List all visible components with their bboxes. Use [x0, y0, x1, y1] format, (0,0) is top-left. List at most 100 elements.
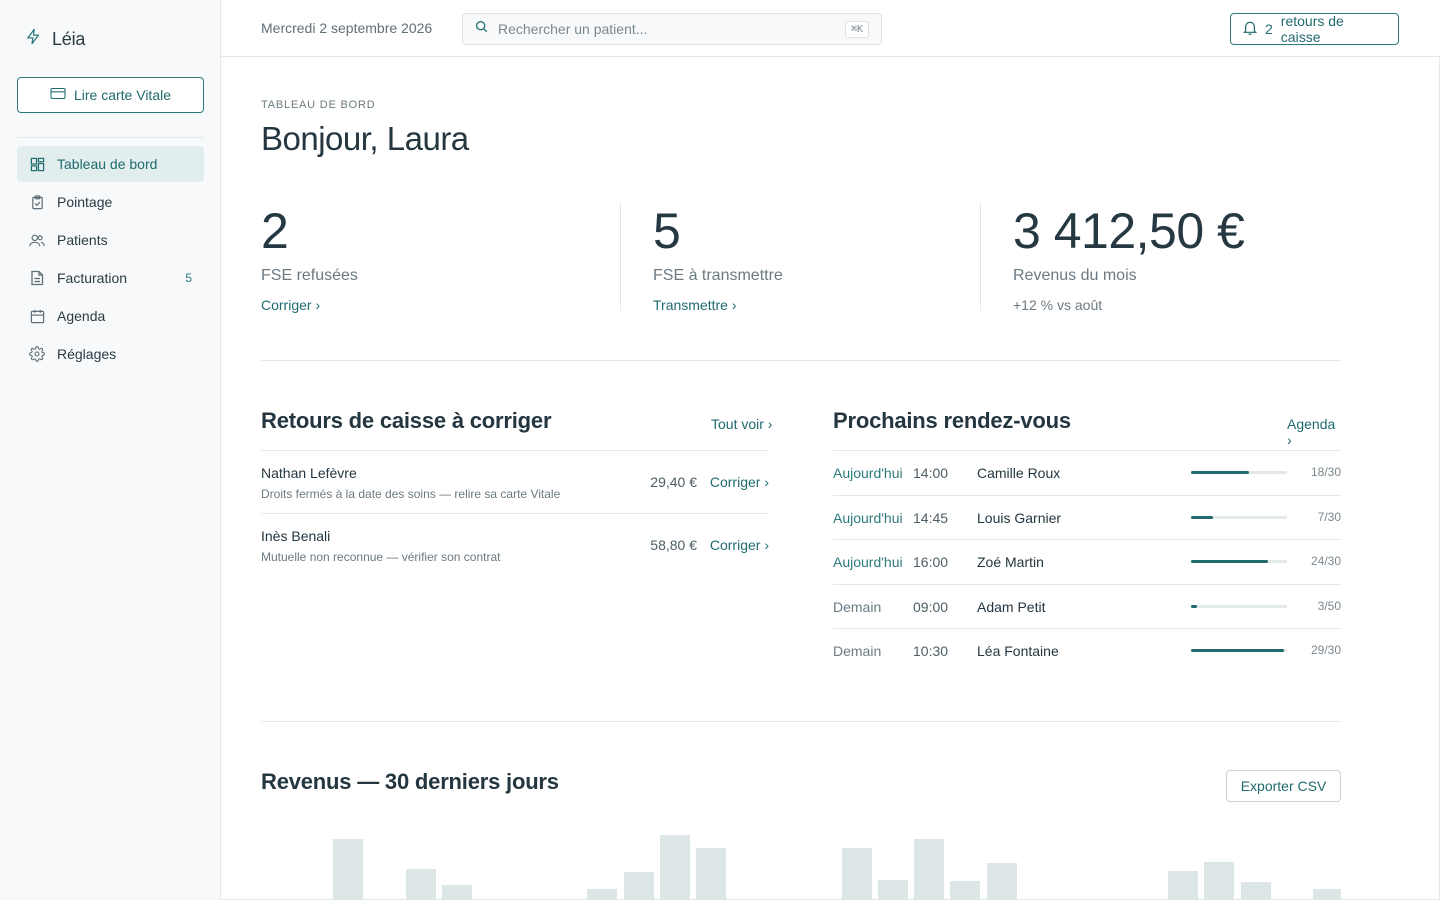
- sidebar-item-pointage[interactable]: Pointage: [17, 184, 204, 220]
- revenue-bar: [950, 881, 980, 900]
- revenue-bar: [1313, 889, 1341, 900]
- revenue-bar: [1204, 862, 1234, 900]
- gear-icon: [29, 346, 45, 362]
- session-count: 24/30: [1310, 554, 1341, 568]
- revenue-bar: [696, 848, 726, 900]
- revenue-bar: [878, 880, 908, 900]
- patient-search[interactable]: ⌘K: [462, 13, 882, 45]
- patient-name: Camille Roux: [977, 465, 1061, 481]
- appointment-day: Demain: [833, 598, 882, 615]
- sidebar-item-patients[interactable]: Patients: [17, 222, 204, 258]
- patient-name: Louis Garnier: [977, 509, 1062, 526]
- card-icon: [50, 87, 66, 103]
- sidebar-item-label: Patients: [57, 232, 108, 248]
- appointment-time: 09:00: [913, 598, 949, 615]
- appointment-time: 14:00: [913, 465, 949, 481]
- kpi-row: 2 FSE refusées Corriger › 5 FSE à transm…: [261, 203, 1341, 313]
- revenue-title: Revenus — 30 derniers jours: [261, 769, 559, 794]
- kpi-label: FSE à transmettre: [653, 267, 783, 284]
- session-count: 18/30: [1310, 465, 1341, 479]
- appointment-row[interactable]: Aujourd'hui 16:00 Zoé Martin 24/30: [833, 539, 1341, 584]
- session-progress-fill: [1191, 515, 1213, 519]
- appointment-row[interactable]: Aujourd'hui 14:00 Camille Roux 18/30: [833, 450, 1341, 495]
- fix-return-link[interactable]: Corriger ›: [710, 474, 769, 490]
- session-progress-fill: [1191, 649, 1284, 652]
- revenue-bar: [914, 839, 944, 900]
- patient-name: Inès Benali: [261, 528, 331, 544]
- read-vitale-card-button[interactable]: Lire carte Vitale: [17, 77, 204, 113]
- revenue-bar: [1168, 871, 1198, 900]
- session-progress-fill: [1191, 604, 1197, 608]
- appointment-row[interactable]: Demain 09:00 Adam Petit 3/50: [833, 583, 1341, 629]
- revenue-bar: [987, 863, 1017, 900]
- section-divider: [261, 360, 1341, 361]
- fix-refused-link[interactable]: Corriger ›: [261, 297, 358, 313]
- return-reason: Mutuelle non reconnue — vérifier son con…: [261, 550, 501, 564]
- see-all-returns-link[interactable]: Tout voir ›: [711, 416, 772, 432]
- appointment-row[interactable]: Demain 10:30 Léa Fontaine 29/30: [833, 628, 1341, 673]
- session-count: 3/50: [1317, 598, 1341, 613]
- kpi-monthly-revenue: 3 412,50 € Revenus du mois +12 % vs août: [1013, 203, 1245, 313]
- sidebar-item-dashboard[interactable]: Tableau de bord: [17, 146, 204, 182]
- list-item: Inès Benali Mutuelle non reconnue — véri…: [261, 513, 769, 576]
- export-csv-button[interactable]: Exporter CSV: [1226, 770, 1341, 802]
- revenue-bar: [406, 869, 436, 900]
- app-logo[interactable]: Léia: [25, 28, 85, 50]
- appointment-time: 14:45: [913, 509, 949, 526]
- sidebar-item-label: Pointage: [57, 194, 113, 210]
- top-bar: Mercredi 2 septembre 2026 ⌘K 2 retours d…: [221, 0, 1440, 57]
- facturation-count-badge: 5: [185, 271, 192, 285]
- current-date: Mercredi 2 septembre 2026: [261, 20, 433, 36]
- sidebar-item-agenda[interactable]: Agenda: [17, 298, 204, 334]
- appointment-day: Demain: [833, 643, 882, 659]
- return-amount: 58,80 €: [650, 537, 697, 553]
- sidebar: Léia Lire carte Vitale Tableau de bord P…: [0, 0, 221, 900]
- kpi-fse-to-send: 5 FSE à transmettre Transmettre ›: [653, 203, 783, 313]
- kpi-divider: [980, 203, 981, 311]
- bell-icon: [1242, 20, 1258, 38]
- kpi-label: Revenus du mois: [1013, 267, 1137, 284]
- return-reason: Droits fermés à la date des soins — reli…: [261, 487, 561, 501]
- session-progress-bar: [1191, 471, 1287, 474]
- sidebar-divider: [17, 137, 204, 138]
- notification-label: retours de caisse: [1280, 13, 1344, 45]
- appointment-row[interactable]: Aujourd'hui 14:45 Louis Garnier 7/30: [833, 494, 1341, 540]
- sidebar-item-label: Tableau de bord: [57, 156, 158, 172]
- users-icon: [29, 232, 45, 248]
- session-count: 29/30: [1310, 643, 1341, 657]
- revenue-bar: [587, 889, 617, 900]
- return-amount: 29,40 €: [650, 474, 697, 490]
- clipboard-icon: [29, 194, 45, 210]
- notification-count: 2: [1265, 21, 1273, 37]
- appointment-day: Aujourd'hui: [833, 509, 903, 526]
- patient-name: Adam Petit: [977, 598, 1046, 615]
- revenue-chart: [261, 817, 1341, 900]
- revenue-bar: [624, 872, 654, 900]
- sidebar-item-reglages[interactable]: Réglages: [17, 336, 204, 372]
- revenue-bar: [442, 885, 472, 900]
- appointment-time: 10:30: [913, 643, 949, 659]
- cash-returns-notification-button[interactable]: 2 retours de caisse: [1230, 13, 1399, 45]
- kpi-divider: [620, 203, 621, 311]
- kpi-label: FSE refusées: [261, 267, 358, 284]
- section-divider: [261, 721, 1341, 722]
- document-icon: [29, 270, 45, 286]
- session-progress-bar: [1191, 604, 1287, 608]
- fix-return-link[interactable]: Corriger ›: [710, 537, 769, 553]
- dashboard-icon: [29, 156, 45, 172]
- sidebar-nav: Tableau de bord Pointage Patients Factur…: [17, 146, 204, 374]
- sidebar-item-facturation[interactable]: Facturation 5: [17, 260, 204, 296]
- session-count: 7/30: [1317, 509, 1341, 524]
- agenda-link[interactable]: Agenda ›: [1287, 416, 1341, 448]
- patient-name: Nathan Lefèvre: [261, 465, 357, 481]
- search-input[interactable]: [498, 21, 835, 37]
- returns-title: Retours de caisse à corriger: [261, 408, 552, 433]
- session-progress-bar: [1191, 560, 1287, 563]
- bolt-icon: [25, 28, 42, 50]
- appointments-list: Aujourd'hui 14:00 Camille Roux 18/30 Aujourd…: [833, 450, 1341, 673]
- revenue-bar: [1241, 882, 1271, 900]
- kpi-value: 3 412,50 €: [1013, 203, 1245, 259]
- appointments-title: Prochains rendez-vous: [833, 408, 1071, 433]
- patient-name: Zoé Martin: [977, 554, 1044, 570]
- transmit-link[interactable]: Transmettre ›: [653, 297, 783, 313]
